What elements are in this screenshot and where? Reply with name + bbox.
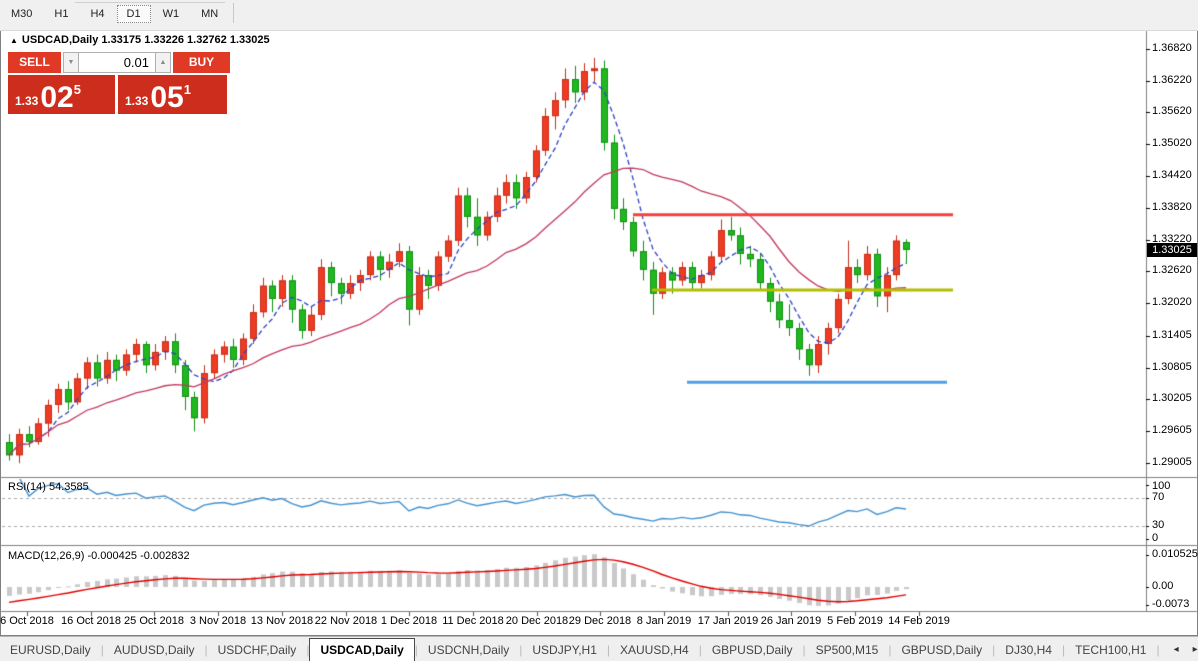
- chart-ohlc-values: 1.33175 1.33226 1.32762 1.33025: [101, 34, 269, 46]
- sell-price-big: 02: [40, 85, 73, 111]
- sell-price-pip: 5: [74, 82, 81, 97]
- tab-scroll-right-icon[interactable]: ▸: [1193, 644, 1198, 655]
- price-axis-label: 1.36220: [1152, 74, 1192, 86]
- volume-increase-icon[interactable]: ▲: [155, 52, 171, 73]
- timeframe-toolbar: M30H1H4D1W1MN: [0, 0, 1198, 31]
- chart-symbol-period: USDCAD,Daily: [22, 34, 98, 46]
- price-axis-label: 1.35020: [1152, 137, 1192, 149]
- tab-sp500-m15[interactable]: SP500,M15: [806, 639, 889, 661]
- price-axis-label: 1.34420: [1152, 169, 1192, 181]
- buy-button[interactable]: BUY: [173, 52, 230, 73]
- chart-tab-bar: EURUSD,Daily|AUDUSD,Daily|USDCHF,Daily|U…: [0, 636, 1198, 661]
- macd-axis-label: 0.00: [1152, 580, 1173, 592]
- macd-axis-label: 0.010525: [1152, 548, 1198, 560]
- date-axis-label: 14 Feb 2019: [874, 615, 964, 627]
- sell-price-display[interactable]: 1.33 02 5: [8, 75, 115, 114]
- collapse-arrow-icon[interactable]: ▲: [10, 36, 18, 45]
- rsi-axis-label: 30: [1152, 519, 1164, 531]
- price-axis-label: 1.33820: [1152, 201, 1192, 213]
- tab-usdcnh-daily[interactable]: USDCNH,Daily: [418, 639, 519, 661]
- tab-audusd-daily[interactable]: AUDUSD,Daily: [104, 639, 205, 661]
- toolbar-divider: [75, 2, 225, 3]
- buy-price-prefix: 1.33: [125, 94, 148, 108]
- tab-scroll-left-icon[interactable]: ◂: [1174, 644, 1179, 655]
- tab-usdjpy-h1[interactable]: USDJPY,H1: [522, 639, 606, 661]
- price-axis-label: 1.35620: [1152, 105, 1192, 117]
- rsi-axis-label: 70: [1152, 491, 1164, 503]
- price-axis-label: 1.30805: [1152, 361, 1192, 373]
- timeframe-button-m30[interactable]: M30: [1, 5, 42, 23]
- sell-button[interactable]: SELL: [8, 52, 61, 73]
- tab-dj30-h4[interactable]: DJ30,H4: [995, 639, 1062, 661]
- trading-terminal: M30H1H4D1W1MN ▲ USDCAD,Daily 1.33175 1.33…: [0, 0, 1198, 661]
- price-axis-label: 1.31405: [1152, 329, 1192, 341]
- price-axis-label: 1.29605: [1152, 424, 1192, 436]
- toolbar-separator: [233, 3, 234, 23]
- price-axis-label: 1.30205: [1152, 392, 1192, 404]
- timeframe-button-d1[interactable]: D1: [117, 5, 151, 23]
- buy-price-pip: 1: [184, 82, 191, 97]
- price-axis-label: 1.36820: [1152, 42, 1192, 54]
- tab-separator: |: [1156, 643, 1159, 657]
- price-axis-label: 1.32620: [1152, 264, 1192, 276]
- rsi-axis-label: 0: [1152, 532, 1158, 544]
- tab-usdcad-daily[interactable]: USDCAD,Daily: [309, 638, 414, 661]
- timeframe-button-w1[interactable]: W1: [153, 5, 190, 23]
- price-axis-label: 1.29005: [1152, 456, 1192, 468]
- tab-usdchf-daily[interactable]: USDCHF,Daily: [208, 639, 307, 661]
- macd-indicator-label: MACD(12,26,9) -0.000425 -0.002832: [8, 550, 190, 562]
- current-price-badge: 1.33025: [1147, 243, 1197, 257]
- macd-axis-label: -0.0073: [1152, 598, 1189, 610]
- volume-input[interactable]: 0.01: [79, 52, 155, 73]
- timeframe-button-mn[interactable]: MN: [191, 5, 228, 23]
- tab-gbpusd-daily[interactable]: GBPUSD,Daily: [891, 639, 992, 661]
- timeframe-button-h1[interactable]: H1: [44, 5, 78, 23]
- tab-tech100-h1[interactable]: TECH100,H1: [1065, 639, 1156, 661]
- volume-decrease-icon[interactable]: ▼: [63, 52, 79, 73]
- chart-title: ▲ USDCAD,Daily 1.33175 1.33226 1.32762 1.…: [10, 34, 270, 46]
- one-click-trading-panel: SELL ▼ 0.01 ▲ BUY 1.33 02 5 1.33 05 1: [8, 52, 230, 114]
- rsi-indicator-label: RSI(14) 54.3585: [8, 481, 89, 493]
- tab-gbpusd-daily[interactable]: GBPUSD,Daily: [702, 639, 803, 661]
- tab-eurusd-daily[interactable]: EURUSD,Daily: [0, 639, 101, 661]
- timeframe-button-h4[interactable]: H4: [80, 5, 114, 23]
- tab-xauusd-h4[interactable]: XAUUSD,H4: [610, 639, 699, 661]
- buy-price-display[interactable]: 1.33 05 1: [118, 75, 227, 114]
- price-axis-label: 1.32020: [1152, 296, 1192, 308]
- sell-price-prefix: 1.33: [15, 94, 38, 108]
- buy-price-big: 05: [150, 85, 183, 111]
